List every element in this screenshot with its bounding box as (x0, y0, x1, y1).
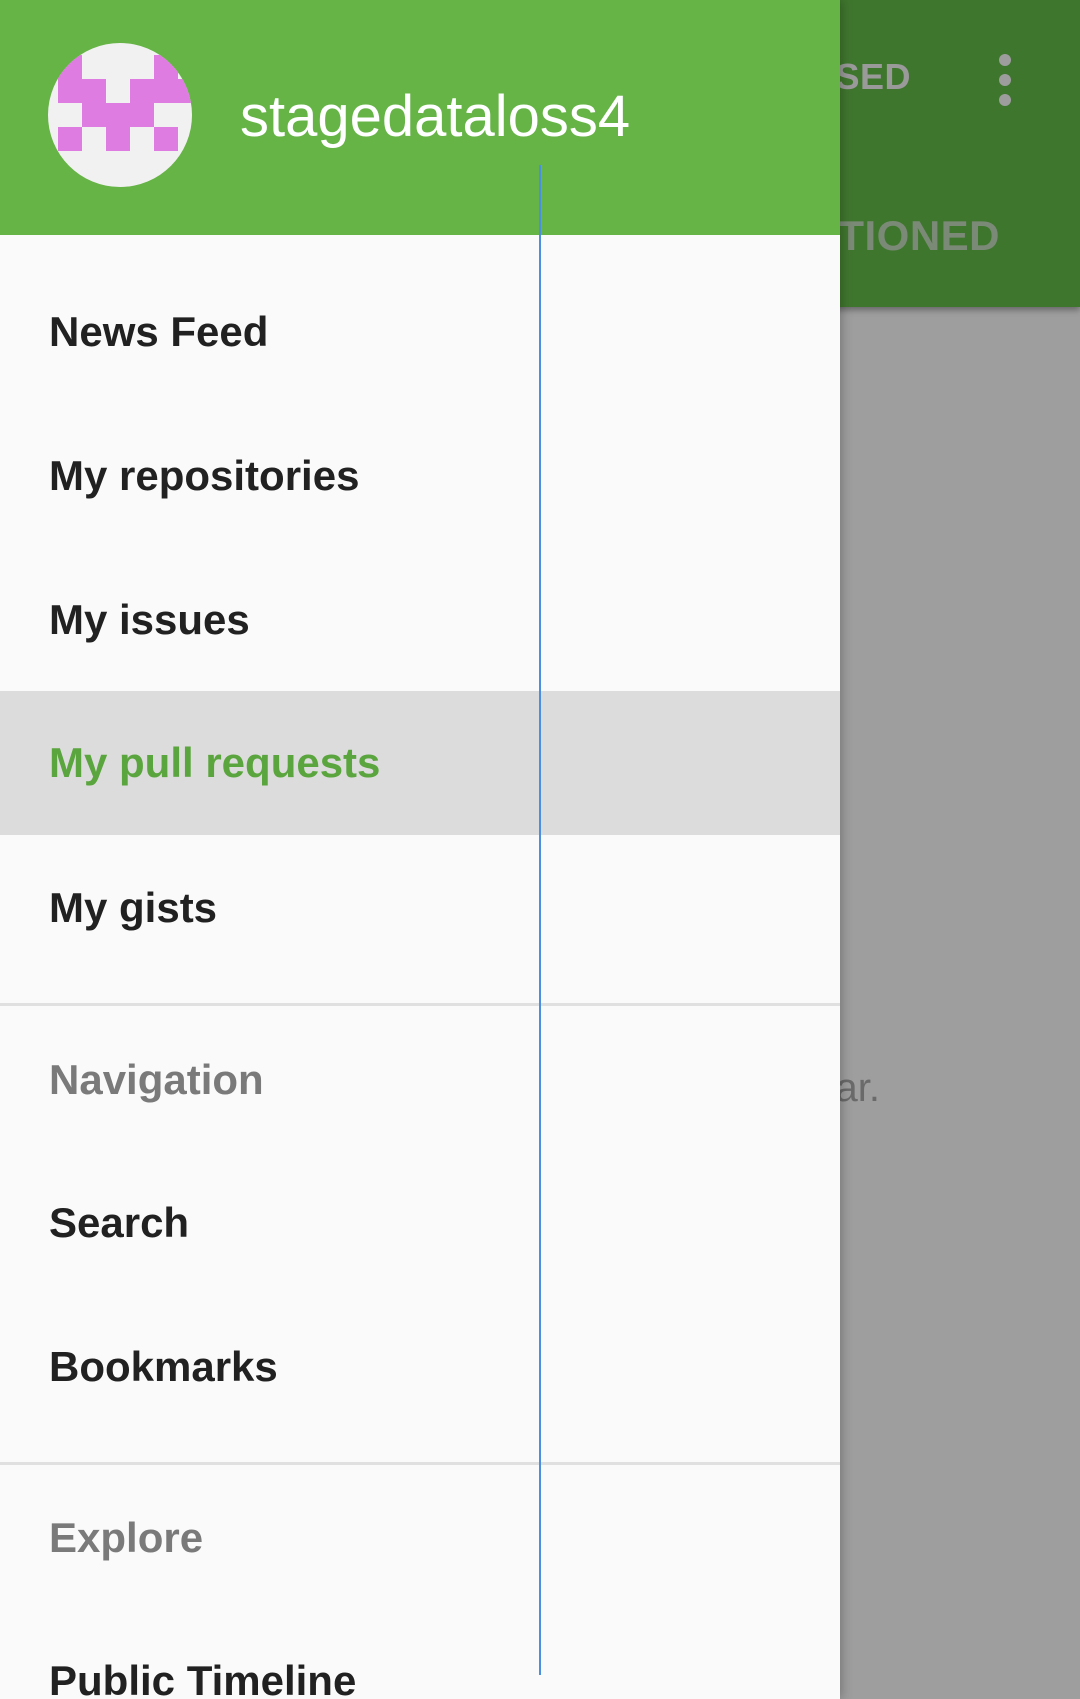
avatar-pixel (130, 79, 154, 103)
avatar-pixel (106, 103, 130, 127)
avatar-pixel (82, 79, 106, 103)
drawer-item-bookmarks[interactable]: Bookmarks (0, 1295, 840, 1439)
drawer-item-my-repositories[interactable]: My repositories (0, 404, 840, 548)
section-header-explore: Explore (49, 1514, 204, 1561)
avatar-pixel (58, 55, 82, 79)
avatar-pixel (58, 79, 82, 103)
avatar-pixel (58, 127, 82, 151)
avatar-pixel (154, 55, 178, 79)
drawer-item-search[interactable]: Search (0, 1151, 840, 1295)
drawer-item-my-pull-requests[interactable]: My pull requests (0, 691, 840, 835)
drawer-item-my-issues[interactable]: My issues (0, 548, 840, 692)
drawer-header[interactable]: stagedataloss4 (0, 0, 840, 235)
more-vert-icon[interactable] (993, 54, 1019, 106)
drawer-item-public-timeline[interactable]: Public Timeline (0, 1609, 840, 1699)
avatar[interactable] (48, 43, 192, 187)
avatar-pixel (178, 79, 192, 103)
avatar-pixel (106, 127, 130, 151)
screen: OSED NTIONED ar. stagedataloss4 News Fee… (0, 0, 1080, 1699)
drawer-item-news-feed[interactable]: News Feed (0, 260, 840, 404)
layout-guide-line (539, 165, 541, 1675)
avatar-pixel (154, 79, 178, 103)
avatar-pixel (130, 103, 154, 127)
section-header-navigation: Navigation (49, 1056, 264, 1103)
drawer-item-my-gists[interactable]: My gists (0, 836, 840, 980)
username: stagedataloss4 (240, 84, 631, 149)
avatar-pixel (154, 127, 178, 151)
navigation-drawer: stagedataloss4 News Feed My repositories… (0, 0, 840, 1699)
avatar-pixel (82, 103, 106, 127)
drawer-divider (0, 1462, 840, 1465)
drawer-divider (0, 1003, 840, 1006)
